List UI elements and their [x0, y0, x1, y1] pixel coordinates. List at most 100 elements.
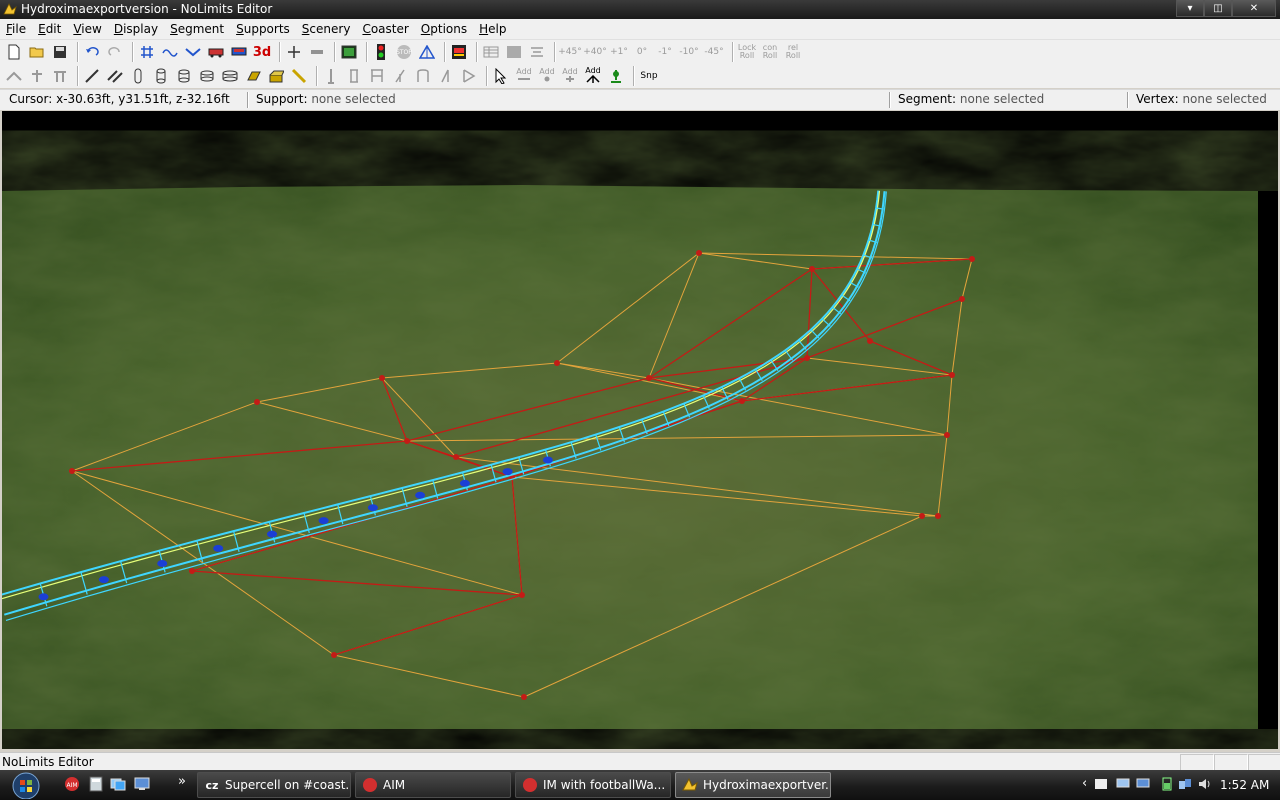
coaster-car: [415, 491, 426, 499]
view-grid-button[interactable]: [481, 42, 501, 62]
menu-view[interactable]: View: [67, 22, 107, 36]
app-status-bar: NoLimits Editor: [0, 752, 1280, 771]
pillar-icon: [328, 69, 334, 84]
pillar-7-button[interactable]: [459, 66, 479, 86]
pillar-icon: [417, 69, 429, 82]
menu-coaster[interactable]: Coaster: [356, 22, 414, 36]
angle-plus40-button[interactable]: +40°: [583, 42, 607, 62]
save-button[interactable]: [50, 42, 70, 62]
taskbar-item-nolimits[interactable]: Hydroximaexportver...: [675, 772, 831, 798]
angle-plus1-button[interactable]: +1°: [609, 42, 629, 62]
angle-minus10-button[interactable]: -10°: [678, 42, 700, 62]
show-desktop-icon[interactable]: [134, 776, 150, 792]
add-beam-button[interactable]: Add: [583, 66, 603, 86]
tray-battery-icon[interactable]: [1160, 777, 1174, 791]
cylinder-2-button[interactable]: [197, 66, 217, 86]
title-bar[interactable]: Hydroximaexportversion - NoLimits Editor…: [0, 0, 1280, 19]
tray-network-icon[interactable]: [1116, 777, 1130, 791]
support-type-2-button[interactable]: [27, 66, 47, 86]
toolbar-separator: [334, 42, 335, 62]
scene-render[interactable]: [2, 111, 1278, 749]
maximize-button[interactable]: ◫: [1204, 0, 1232, 17]
clock[interactable]: 1:52 AM: [1220, 778, 1269, 792]
tube-1-button[interactable]: [128, 66, 148, 86]
station-button[interactable]: [449, 42, 469, 62]
taskbar-item-aim[interactable]: AIM: [355, 772, 511, 798]
pillar-3-button[interactable]: [367, 66, 387, 86]
toolbar-separator: [633, 66, 634, 86]
cylinder-1-button[interactable]: [174, 66, 194, 86]
footer-2-button[interactable]: [266, 66, 286, 86]
redo-button[interactable]: [105, 42, 125, 62]
view-solid-button[interactable]: [504, 42, 524, 62]
align-button[interactable]: [527, 42, 547, 62]
valley-track-button[interactable]: [183, 42, 203, 62]
train-button[interactable]: [206, 42, 226, 62]
close-button[interactable]: ✕: [1232, 0, 1276, 17]
tray-connection-icon[interactable]: [1178, 777, 1192, 791]
stop-button[interactable]: STOP: [394, 42, 414, 62]
minus-button[interactable]: [307, 42, 327, 62]
menu-scenery[interactable]: Scenery: [296, 22, 357, 36]
crosshair-button[interactable]: [284, 42, 304, 62]
con-roll-button[interactable]: con Roll: [760, 42, 780, 62]
add-connector-button[interactable]: Add: [537, 66, 557, 86]
tube-2-button[interactable]: [151, 66, 171, 86]
taskbar-item-supercell[interactable]: cz Supercell on #coast...: [197, 772, 351, 798]
lock-roll-button[interactable]: Lock Roll: [737, 42, 757, 62]
menu-display[interactable]: Display: [108, 22, 164, 36]
angle-minus1-button[interactable]: -1°: [655, 42, 675, 62]
cz-icon: cz: [205, 778, 219, 792]
pillar-4-button[interactable]: [390, 66, 410, 86]
train-2-button[interactable]: [229, 42, 249, 62]
pillar-2-button[interactable]: [344, 66, 364, 86]
taskbar-item-label: IM with footballWa...: [543, 778, 666, 792]
add-node-button[interactable]: Add: [514, 66, 534, 86]
snap-button[interactable]: Snp: [638, 66, 660, 86]
support-type-1-button[interactable]: [4, 66, 24, 86]
pillar-6-button[interactable]: [436, 66, 456, 86]
menu-file[interactable]: File: [0, 22, 32, 36]
support-tool-button[interactable]: [417, 42, 437, 62]
tray-app-icon[interactable]: [1094, 777, 1108, 791]
double-beam-button[interactable]: [105, 66, 125, 86]
open-file-button[interactable]: [27, 42, 47, 62]
taskbar-item-im[interactable]: IM with footballWa...: [515, 772, 671, 798]
calculator-icon[interactable]: [88, 776, 104, 792]
pillar-5-button[interactable]: [413, 66, 433, 86]
menu-options[interactable]: Options: [415, 22, 473, 36]
menu-segment[interactable]: Segment: [164, 22, 230, 36]
grid-button[interactable]: [137, 42, 157, 62]
wave-track-button[interactable]: [160, 42, 180, 62]
add-free-node-button[interactable]: [606, 66, 626, 86]
tray-expand-arrow[interactable]: ‹: [1082, 776, 1087, 791]
menu-help[interactable]: Help: [473, 22, 512, 36]
angle-minus45-button[interactable]: -45°: [703, 42, 725, 62]
window-switch-icon[interactable]: [110, 776, 126, 792]
support-type-3-button[interactable]: [50, 66, 70, 86]
quicklaunch-chevron[interactable]: »: [178, 774, 186, 789]
angle-plus45-button[interactable]: +45°: [558, 42, 582, 62]
menu-supports[interactable]: Supports: [230, 22, 296, 36]
rel-roll-button[interactable]: rel Roll: [783, 42, 803, 62]
aim-quicklaunch-icon[interactable]: AIM: [64, 776, 80, 792]
3d-viewport[interactable]: [2, 111, 1278, 749]
minimize-button[interactable]: ▾: [1176, 0, 1204, 17]
add-support-button[interactable]: Add: [560, 66, 580, 86]
undo-button[interactable]: [82, 42, 102, 62]
start-button[interactable]: [6, 771, 46, 799]
3d-view-button[interactable]: 3d: [252, 42, 272, 62]
traffic-light-button[interactable]: [371, 42, 391, 62]
select-tool-button[interactable]: [491, 66, 511, 86]
tray-volume-icon[interactable]: [1198, 777, 1212, 791]
menu-edit[interactable]: Edit: [32, 22, 67, 36]
angle-zero-button[interactable]: 0°: [632, 42, 652, 62]
footer-button[interactable]: [243, 66, 263, 86]
pillar-1-button[interactable]: [321, 66, 341, 86]
cylinder-3-button[interactable]: [220, 66, 240, 86]
rod-button[interactable]: [289, 66, 309, 86]
beam-tool-button[interactable]: [82, 66, 102, 86]
tray-monitor-icon[interactable]: [1136, 777, 1150, 791]
new-file-button[interactable]: [4, 42, 24, 62]
block-section-button[interactable]: [339, 42, 359, 62]
